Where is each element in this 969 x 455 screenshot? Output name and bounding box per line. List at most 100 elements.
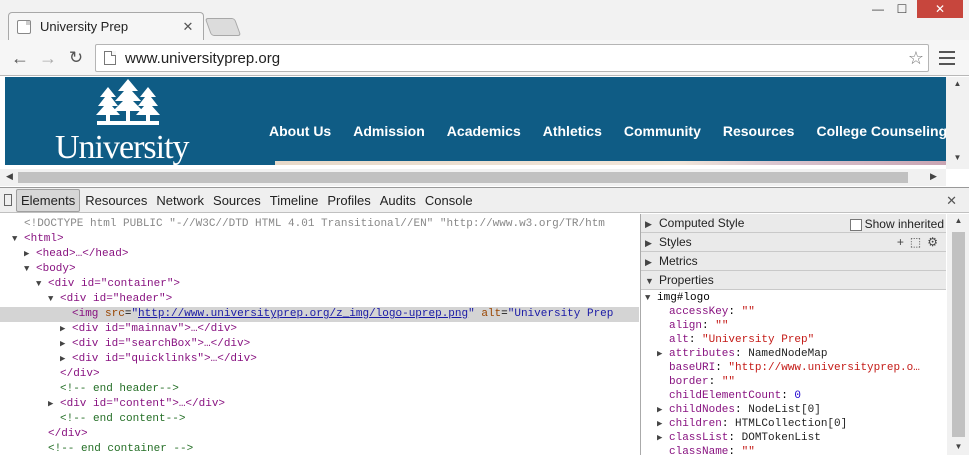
menu-hamburger-icon[interactable]	[937, 48, 957, 68]
property-value: 0	[794, 390, 802, 402]
add-rule-icon[interactable]: +	[897, 235, 910, 249]
property-row[interactable]: ▶ attributes: NamedNodeMap	[641, 347, 946, 361]
tab-audits[interactable]: Audits	[376, 190, 420, 211]
tree-line-header[interactable]: ▼ <div id="header">	[0, 292, 639, 307]
tree-line-img-selected[interactable]: <img src="http://www.universityprep.org/…	[0, 307, 639, 322]
property-row[interactable]: className: ""	[641, 445, 946, 455]
property-row[interactable]: align: ""	[641, 319, 946, 333]
reload-icon[interactable]: ↻	[64, 46, 88, 70]
section-properties[interactable]: ▼ Properties	[641, 271, 946, 290]
section-styles[interactable]: ▶ Styles +⬚⚙	[641, 233, 946, 252]
nav-community[interactable]: Community	[624, 123, 701, 139]
property-row[interactable]: ▶ classList: DOMTokenList	[641, 431, 946, 445]
tab-sources[interactable]: Sources	[209, 190, 265, 211]
nav-college-counseling[interactable]: College Counseling	[816, 123, 946, 139]
collapsed-triangle-icon[interactable]: ▶	[657, 431, 669, 445]
property-row[interactable]: alt: "University Prep"	[641, 333, 946, 347]
maximize-icon[interactable]: ☐	[890, 0, 914, 18]
property-row[interactable]: accessKey: ""	[641, 305, 946, 319]
show-inherited-toggle[interactable]: Show inherited	[849, 215, 944, 234]
minimize-icon[interactable]: —	[866, 0, 890, 18]
devtools-toolbar: Elements Resources Network Sources Timel…	[0, 187, 969, 213]
tree-line-mainnav[interactable]: ▶ <div id="mainnav">…</div>	[0, 322, 639, 337]
expanded-triangle-icon[interactable]: ▼	[36, 277, 48, 292]
sidebar-vertical-scrollbar[interactable]: ▲ ▼	[947, 214, 969, 455]
tab-resources[interactable]: Resources	[81, 190, 151, 211]
tree-line-head[interactable]: ▶ <head>…</head>	[0, 247, 639, 262]
scroll-down-icon[interactable]: ▼	[947, 442, 969, 451]
new-tab-button[interactable]	[204, 18, 242, 36]
collapsed-triangle-icon[interactable]: ▶	[645, 234, 659, 253]
tree-line-header-close[interactable]: </div>	[0, 367, 639, 382]
tab-console[interactable]: Console	[421, 190, 477, 211]
tree-line-body[interactable]: ▼ <body>	[0, 262, 639, 277]
nav-academics[interactable]: Academics	[447, 123, 521, 139]
dock-icon[interactable]	[4, 194, 12, 206]
tree-line-end-header-comment[interactable]: <!-- end header-->	[0, 382, 639, 397]
page-horizontal-scrollbar[interactable]: ◀ ▶	[0, 169, 946, 186]
collapsed-triangle-icon[interactable]: ▶	[48, 397, 60, 412]
property-row[interactable]: ▶ childNodes: NodeList[0]	[641, 403, 946, 417]
section-computed-style[interactable]: ▶ Computed Style Show inherited	[641, 214, 946, 233]
nav-athletics[interactable]: Athletics	[543, 123, 602, 139]
site-logo[interactable]: University	[53, 77, 203, 165]
sidebar-scroll-thumb[interactable]	[952, 232, 965, 437]
tree-line-content[interactable]: ▶ <div id="content">…</div>	[0, 397, 639, 412]
tab-profiles[interactable]: Profiles	[323, 190, 374, 211]
collapsed-triangle-icon[interactable]: ▶	[645, 253, 659, 272]
tree-line-end-container-comment[interactable]: <!-- end container -->	[0, 442, 639, 455]
back-arrow-icon[interactable]: ←	[8, 46, 32, 70]
scroll-down-icon[interactable]: ▼	[946, 153, 969, 162]
element-state-icon[interactable]: ⬚	[910, 235, 927, 249]
tree-line-end-content-comment[interactable]: <!-- end content-->	[0, 412, 639, 427]
scroll-up-icon[interactable]: ▲	[947, 216, 969, 225]
expanded-triangle-icon[interactable]: ▼	[645, 291, 657, 305]
collapsed-triangle-icon[interactable]: ▶	[645, 215, 659, 234]
scroll-up-icon[interactable]: ▲	[946, 79, 969, 88]
property-value: DOMTokenList	[741, 432, 821, 444]
forward-arrow-icon[interactable]: →	[36, 46, 60, 70]
close-window-icon[interactable]: ✕	[917, 0, 963, 18]
scroll-left-icon[interactable]: ◀	[6, 171, 13, 182]
settings-gear-icon[interactable]: ⚙	[927, 235, 944, 249]
collapsed-triangle-icon[interactable]: ▶	[657, 403, 669, 417]
tab-network[interactable]: Network	[152, 190, 208, 211]
tab-elements[interactable]: Elements	[16, 188, 81, 212]
img-src-link[interactable]: http://www.universityprep.org/z_img/logo…	[138, 308, 468, 320]
collapsed-triangle-icon[interactable]: ▶	[60, 337, 72, 352]
property-row[interactable]: baseURI: "http://www.universityprep.o…	[641, 361, 946, 375]
browser-tab[interactable]: University Prep ✕	[8, 12, 204, 40]
collapsed-triangle-icon[interactable]: ▶	[657, 417, 669, 431]
expanded-triangle-icon[interactable]: ▼	[24, 262, 36, 277]
nav-resources[interactable]: Resources	[723, 123, 795, 139]
show-inherited-checkbox[interactable]	[849, 218, 862, 231]
close-devtools-icon[interactable]: ✕	[946, 193, 957, 209]
property-row[interactable]: childElementCount: 0	[641, 389, 946, 403]
section-metrics[interactable]: ▶ Metrics	[641, 252, 946, 271]
scroll-thumb[interactable]	[18, 172, 908, 183]
nav-admission[interactable]: Admission	[353, 123, 425, 139]
tree-line-doctype[interactable]: <!DOCTYPE html PUBLIC "-//W3C//DTD HTML …	[0, 217, 639, 232]
tree-line-searchbox[interactable]: ▶ <div id="searchBox">…</div>	[0, 337, 639, 352]
collapsed-triangle-icon[interactable]: ▶	[24, 247, 36, 262]
property-row[interactable]: ▶ children: HTMLCollection[0]	[641, 417, 946, 431]
tree-line-container-close[interactable]: </div>	[0, 427, 639, 442]
address-bar[interactable]: www.universityprep.org ☆	[95, 44, 929, 72]
collapsed-triangle-icon[interactable]: ▶	[60, 322, 72, 337]
expanded-triangle-icon[interactable]: ▼	[12, 232, 24, 247]
tree-line-container[interactable]: ▼ <div id="container">	[0, 277, 639, 292]
bookmark-star-icon[interactable]: ☆	[904, 48, 928, 69]
page-vertical-scrollbar[interactable]: ▲ ▼	[946, 77, 969, 169]
properties-object[interactable]: ▼ img#logo	[641, 291, 946, 305]
collapsed-triangle-icon[interactable]: ▶	[657, 347, 669, 361]
close-tab-icon[interactable]: ✕	[181, 19, 195, 35]
expanded-triangle-icon[interactable]: ▼	[48, 292, 60, 307]
tab-timeline[interactable]: Timeline	[266, 190, 323, 211]
expanded-triangle-icon[interactable]: ▼	[645, 272, 659, 291]
scroll-right-icon[interactable]: ▶	[930, 171, 937, 182]
tree-line-html[interactable]: ▼ <html>	[0, 232, 639, 247]
tree-line-quicklinks[interactable]: ▶ <div id="quicklinks">…</div>	[0, 352, 639, 367]
property-row[interactable]: border: ""	[641, 375, 946, 389]
collapsed-triangle-icon[interactable]: ▶	[60, 352, 72, 367]
nav-about-us[interactable]: About Us	[269, 123, 331, 139]
